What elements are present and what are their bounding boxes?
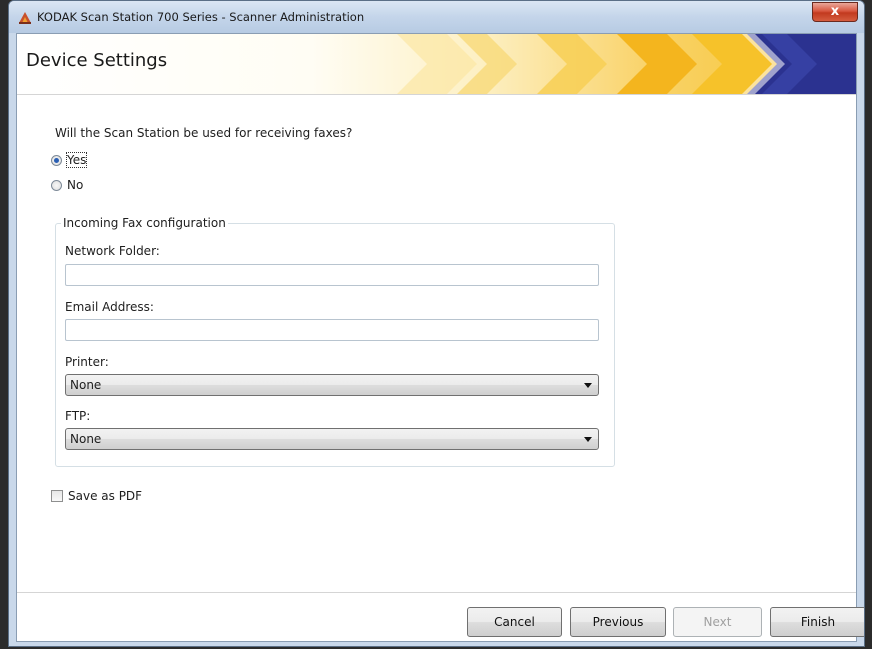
kodak-app-icon [19,12,31,24]
app-window: KODAK Scan Station 700 Series - Scanner … [8,0,865,647]
printer-select-value: None [70,378,102,392]
ftp-select-value: None [70,432,102,446]
next-button[interactable]: Next [673,607,762,637]
page-title: Device Settings [26,50,168,71]
radio-no-indicator[interactable] [51,179,62,191]
email-address-label: Email Address: [65,300,154,314]
cancel-button[interactable]: Cancel [467,607,562,637]
ftp-select[interactable]: None [65,428,599,450]
window-title: KODAK Scan Station 700 Series - Scanner … [37,10,365,24]
email-address-input[interactable] [65,319,599,341]
save-as-pdf-label[interactable]: Save as PDF [68,489,142,503]
groupbox-legend: Incoming Fax configuration [61,216,228,230]
incoming-fax-groupbox: Incoming Fax configuration Network Folde… [55,216,615,467]
finish-button[interactable]: Finish [770,607,864,637]
network-folder-label: Network Folder: [65,244,160,258]
radio-yes-label[interactable]: Yes [65,152,88,168]
printer-select[interactable]: None [65,374,599,396]
chevron-down-icon[interactable] [584,383,592,388]
title-bar[interactable]: KODAK Scan Station 700 Series - Scanner … [9,1,864,33]
save-as-pdf-checkbox[interactable] [51,490,63,502]
close-button[interactable]: x [812,2,858,22]
ftp-label: FTP: [65,409,91,423]
header-banner: Device Settings [17,34,856,95]
previous-button[interactable]: Previous [570,607,666,637]
footer-divider [17,592,856,593]
chevron-down-icon[interactable] [584,437,592,442]
radio-no-label[interactable]: No [67,178,83,192]
save-as-pdf-option[interactable]: Save as PDF [51,489,142,503]
printer-label: Printer: [65,355,109,369]
network-folder-input[interactable] [65,264,599,286]
fax-question: Will the Scan Station be used for receiv… [55,126,353,140]
radio-no[interactable]: No [51,178,83,192]
wizard-client-area: Device Settings Will the Scan Station be… [16,33,864,642]
radio-yes-indicator[interactable] [51,154,62,166]
radio-yes[interactable]: Yes [51,152,88,168]
